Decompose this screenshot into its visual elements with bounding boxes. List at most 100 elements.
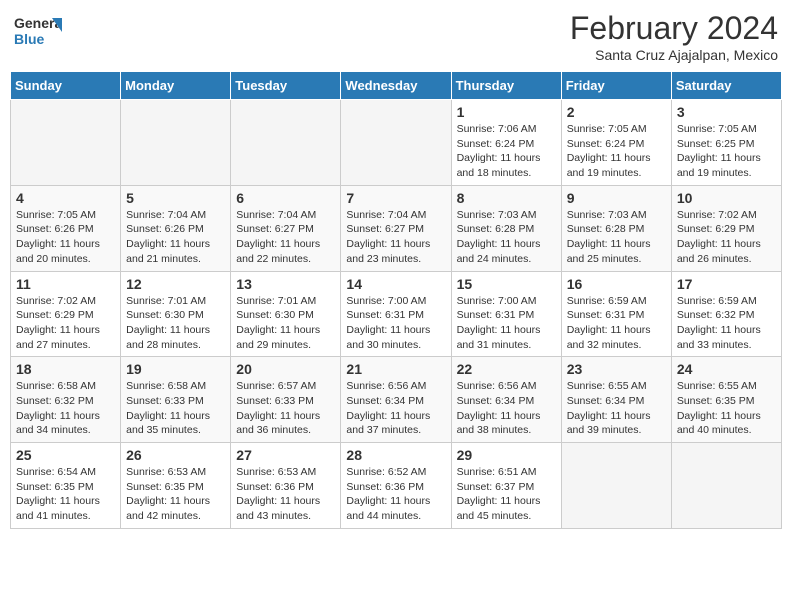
calendar-cell: 26 Sunrise: 6:53 AM Sunset: 6:35 PM Dayli… (121, 443, 231, 529)
day-info: Sunrise: 7:02 AM Sunset: 6:29 PM Dayligh… (677, 208, 776, 267)
calendar-cell: 24 Sunrise: 6:55 AM Sunset: 6:35 PM Dayli… (671, 357, 781, 443)
calendar-cell: 4 Sunrise: 7:05 AM Sunset: 6:26 PM Daylig… (11, 185, 121, 271)
calendar-cell: 7 Sunrise: 7:04 AM Sunset: 6:27 PM Daylig… (341, 185, 451, 271)
weekday-header-row: SundayMondayTuesdayWednesdayThursdayFrid… (11, 72, 782, 100)
calendar-week-row: 11 Sunrise: 7:02 AM Sunset: 6:29 PM Dayli… (11, 271, 782, 357)
day-info: Sunrise: 6:57 AM Sunset: 6:33 PM Dayligh… (236, 379, 335, 438)
calendar-cell: 17 Sunrise: 6:59 AM Sunset: 6:32 PM Dayli… (671, 271, 781, 357)
calendar-cell: 11 Sunrise: 7:02 AM Sunset: 6:29 PM Dayli… (11, 271, 121, 357)
day-number: 7 (346, 190, 445, 206)
day-number: 20 (236, 361, 335, 377)
day-number: 10 (677, 190, 776, 206)
calendar-cell (121, 100, 231, 186)
day-number: 23 (567, 361, 666, 377)
day-number: 16 (567, 276, 666, 292)
calendar-cell: 5Sunrise: 7:04 AM Sunset: 6:26 PM Daylig… (121, 185, 231, 271)
calendar-cell: 27 Sunrise: 6:53 AM Sunset: 6:36 PM Dayli… (231, 443, 341, 529)
day-info: Sunrise: 6:54 AM Sunset: 6:35 PM Dayligh… (16, 465, 115, 524)
calendar-cell: 20 Sunrise: 6:57 AM Sunset: 6:33 PM Dayli… (231, 357, 341, 443)
day-number: 5 (126, 190, 225, 206)
day-number: 1 (457, 104, 556, 120)
day-number: 27 (236, 447, 335, 463)
calendar-cell: 22 Sunrise: 6:56 AM Sunset: 6:34 PM Dayli… (451, 357, 561, 443)
weekday-header-wednesday: Wednesday (341, 72, 451, 100)
calendar-cell: 18Sunrise: 6:58 AM Sunset: 6:32 PM Dayli… (11, 357, 121, 443)
day-number: 9 (567, 190, 666, 206)
calendar-week-row: 1 Sunrise: 7:06 AM Sunset: 6:24 PM Daylig… (11, 100, 782, 186)
day-info: Sunrise: 7:01 AM Sunset: 6:30 PM Dayligh… (126, 294, 225, 353)
day-info: Sunrise: 7:02 AM Sunset: 6:29 PM Dayligh… (16, 294, 115, 353)
calendar-cell: 16 Sunrise: 6:59 AM Sunset: 6:31 PM Dayli… (561, 271, 671, 357)
calendar-table: SundayMondayTuesdayWednesdayThursdayFrid… (10, 71, 782, 529)
calendar-cell (561, 443, 671, 529)
day-info: Sunrise: 6:58 AM Sunset: 6:32 PM Dayligh… (16, 379, 115, 438)
day-number: 2 (567, 104, 666, 120)
day-number: 13 (236, 276, 335, 292)
calendar-cell: 8 Sunrise: 7:03 AM Sunset: 6:28 PM Daylig… (451, 185, 561, 271)
location: Santa Cruz Ajajalpan, Mexico (570, 47, 778, 63)
day-number: 4 (16, 190, 115, 206)
calendar-cell (11, 100, 121, 186)
day-info: Sunrise: 6:59 AM Sunset: 6:31 PM Dayligh… (567, 294, 666, 353)
day-number: 21 (346, 361, 445, 377)
day-number: 12 (126, 276, 225, 292)
calendar-week-row: 18Sunrise: 6:58 AM Sunset: 6:32 PM Dayli… (11, 357, 782, 443)
day-number: 6 (236, 190, 335, 206)
day-number: 29 (457, 447, 556, 463)
day-info: Sunrise: 6:56 AM Sunset: 6:34 PM Dayligh… (346, 379, 445, 438)
day-info: Sunrise: 7:03 AM Sunset: 6:28 PM Dayligh… (567, 208, 666, 267)
calendar-week-row: 4 Sunrise: 7:05 AM Sunset: 6:26 PM Daylig… (11, 185, 782, 271)
calendar-cell (231, 100, 341, 186)
day-number: 19 (126, 361, 225, 377)
day-info: Sunrise: 7:06 AM Sunset: 6:24 PM Dayligh… (457, 122, 556, 181)
weekday-header-friday: Friday (561, 72, 671, 100)
day-info: Sunrise: 7:01 AM Sunset: 6:30 PM Dayligh… (236, 294, 335, 353)
calendar-cell (671, 443, 781, 529)
day-info: Sunrise: 7:05 AM Sunset: 6:26 PM Dayligh… (16, 208, 115, 267)
weekday-header-thursday: Thursday (451, 72, 561, 100)
day-number: 11 (16, 276, 115, 292)
day-info: Sunrise: 6:55 AM Sunset: 6:34 PM Dayligh… (567, 379, 666, 438)
day-info: Sunrise: 7:04 AM Sunset: 6:27 PM Dayligh… (346, 208, 445, 267)
day-number: 15 (457, 276, 556, 292)
calendar-cell: 6 Sunrise: 7:04 AM Sunset: 6:27 PM Daylig… (231, 185, 341, 271)
day-number: 8 (457, 190, 556, 206)
day-number: 17 (677, 276, 776, 292)
day-info: Sunrise: 7:00 AM Sunset: 6:31 PM Dayligh… (457, 294, 556, 353)
day-number: 24 (677, 361, 776, 377)
calendar-cell: 21 Sunrise: 6:56 AM Sunset: 6:34 PM Dayli… (341, 357, 451, 443)
logo-graphic: General Blue (14, 10, 62, 55)
weekday-header-sunday: Sunday (11, 72, 121, 100)
day-number: 22 (457, 361, 556, 377)
calendar-cell: 15 Sunrise: 7:00 AM Sunset: 6:31 PM Dayli… (451, 271, 561, 357)
weekday-header-saturday: Saturday (671, 72, 781, 100)
day-info: Sunrise: 6:52 AM Sunset: 6:36 PM Dayligh… (346, 465, 445, 524)
day-info: Sunrise: 6:53 AM Sunset: 6:36 PM Dayligh… (236, 465, 335, 524)
calendar-cell: 12 Sunrise: 7:01 AM Sunset: 6:30 PM Dayli… (121, 271, 231, 357)
svg-text:General: General (14, 15, 62, 31)
day-info: Sunrise: 7:05 AM Sunset: 6:24 PM Dayligh… (567, 122, 666, 181)
calendar-cell: 29Sunrise: 6:51 AM Sunset: 6:37 PM Dayli… (451, 443, 561, 529)
day-number: 26 (126, 447, 225, 463)
calendar-cell: 1 Sunrise: 7:06 AM Sunset: 6:24 PM Daylig… (451, 100, 561, 186)
logo: General Blue (14, 10, 62, 55)
day-info: Sunrise: 6:59 AM Sunset: 6:32 PM Dayligh… (677, 294, 776, 353)
calendar-cell: 3Sunrise: 7:05 AM Sunset: 6:25 PM Daylig… (671, 100, 781, 186)
day-number: 14 (346, 276, 445, 292)
calendar-cell: 13 Sunrise: 7:01 AM Sunset: 6:30 PM Dayli… (231, 271, 341, 357)
title-area: February 2024 Santa Cruz Ajajalpan, Mexi… (570, 10, 778, 63)
day-info: Sunrise: 6:58 AM Sunset: 6:33 PM Dayligh… (126, 379, 225, 438)
weekday-header-monday: Monday (121, 72, 231, 100)
calendar-cell: 10 Sunrise: 7:02 AM Sunset: 6:29 PM Dayli… (671, 185, 781, 271)
calendar-week-row: 25Sunrise: 6:54 AM Sunset: 6:35 PM Dayli… (11, 443, 782, 529)
day-info: Sunrise: 6:56 AM Sunset: 6:34 PM Dayligh… (457, 379, 556, 438)
calendar-cell: 23 Sunrise: 6:55 AM Sunset: 6:34 PM Dayli… (561, 357, 671, 443)
day-info: Sunrise: 6:55 AM Sunset: 6:35 PM Dayligh… (677, 379, 776, 438)
calendar-cell: 14Sunrise: 7:00 AM Sunset: 6:31 PM Dayli… (341, 271, 451, 357)
day-info: Sunrise: 6:53 AM Sunset: 6:35 PM Dayligh… (126, 465, 225, 524)
day-info: Sunrise: 7:03 AM Sunset: 6:28 PM Dayligh… (457, 208, 556, 267)
day-info: Sunrise: 7:04 AM Sunset: 6:27 PM Dayligh… (236, 208, 335, 267)
day-number: 28 (346, 447, 445, 463)
svg-text:Blue: Blue (14, 31, 45, 47)
calendar-cell (341, 100, 451, 186)
